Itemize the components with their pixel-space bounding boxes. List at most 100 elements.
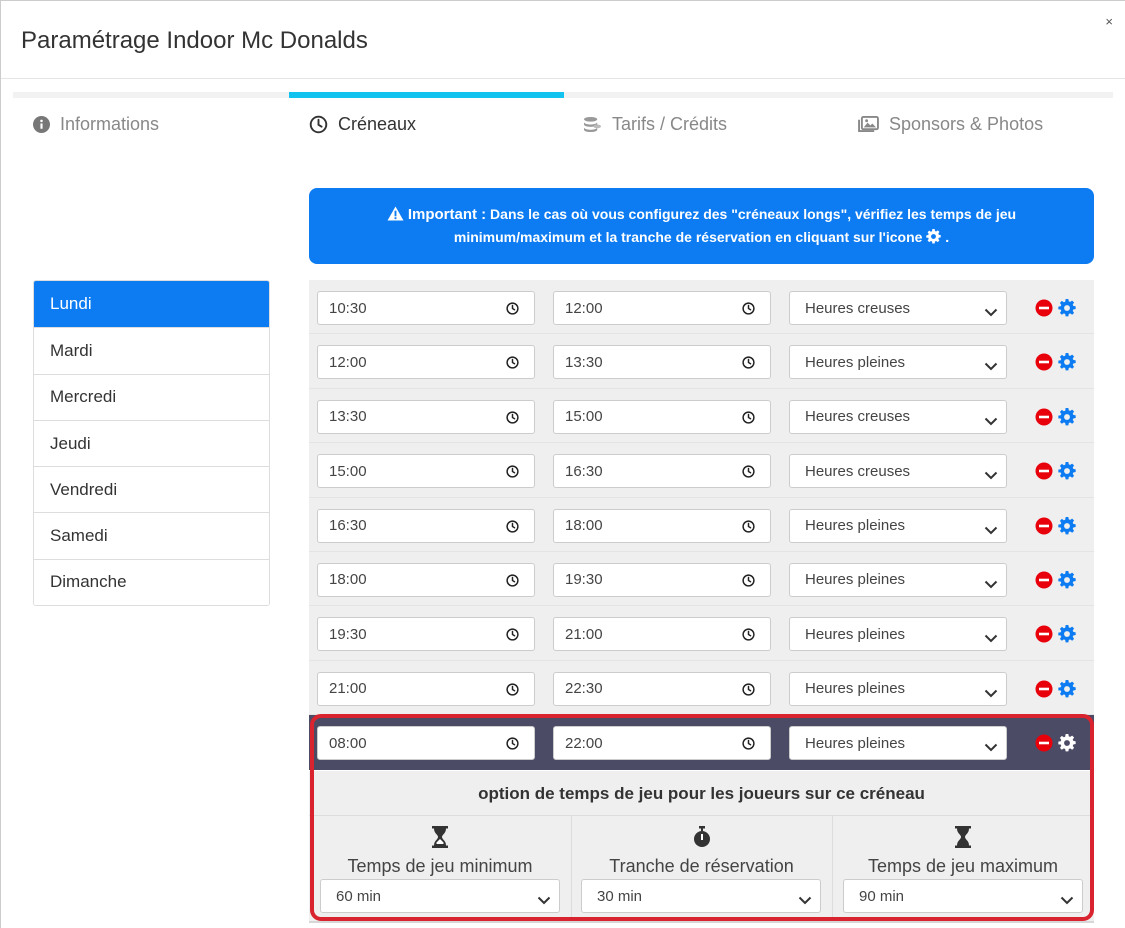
time-value: 15:00	[329, 462, 367, 480]
remove-slot-icon[interactable]	[1035, 571, 1053, 594]
clock-icon[interactable]	[742, 411, 755, 428]
booking-slice-select[interactable]: 30 min	[581, 879, 821, 913]
alert-line1: Dans le cas où vous configurez des "crén…	[486, 206, 1017, 222]
gear-icon[interactable]	[1058, 679, 1076, 703]
time-value: 13:30	[565, 353, 603, 371]
day-item-vendredi[interactable]: Vendredi	[34, 466, 269, 513]
clock-icon[interactable]	[506, 411, 519, 428]
tab-tarifs-credits[interactable]: Tarifs / Crédits	[563, 92, 838, 152]
start-time-input[interactable]: 13:30	[317, 399, 535, 434]
time-value: 15:00	[565, 408, 603, 426]
gear-icon[interactable]	[1058, 353, 1076, 376]
clock-icon[interactable]	[506, 465, 519, 482]
rate-type-select[interactable]: Heures creuses	[789, 291, 1007, 325]
end-time-input[interactable]: 21:00	[553, 617, 771, 652]
clock-icon[interactable]	[742, 574, 755, 591]
gear-icon[interactable]	[1058, 462, 1076, 485]
tab-creneaux[interactable]: Créneaux	[289, 92, 564, 152]
rate-type-select[interactable]: Heures pleines	[789, 617, 1007, 652]
clock-icon[interactable]	[742, 519, 755, 537]
gear-icon[interactable]	[1058, 625, 1076, 648]
start-time-input[interactable]: 18:00	[317, 562, 535, 597]
alert-line2-end: .	[941, 229, 950, 245]
clock-icon[interactable]	[742, 683, 755, 700]
remove-slot-icon[interactable]	[1035, 517, 1053, 540]
remove-slot-icon[interactable]	[1035, 462, 1053, 485]
remove-slot-icon[interactable]	[1035, 625, 1053, 648]
tab-sponsors-photos[interactable]: Sponsors & Photos	[838, 92, 1113, 152]
clock-icon[interactable]	[506, 737, 519, 754]
rate-type-select[interactable]: Heures pleines	[789, 562, 1007, 597]
clock-icon[interactable]	[742, 628, 755, 645]
remove-slot-icon[interactable]	[1035, 299, 1053, 322]
end-time-input[interactable]: 22:30	[553, 671, 771, 706]
time-value: 16:30	[329, 517, 367, 535]
clock-icon[interactable]	[506, 574, 519, 591]
close-button[interactable]: ×	[1105, 15, 1113, 28]
end-time-input[interactable]: 22:00	[553, 726, 771, 761]
rate-type-select[interactable]: Heures creuses	[789, 399, 1007, 434]
start-time-input[interactable]: 10:30	[317, 291, 535, 325]
day-item-jeudi[interactable]: Jeudi	[34, 419, 269, 467]
clock-icon[interactable]	[506, 628, 519, 645]
gear-icon[interactable]	[1058, 407, 1076, 431]
rate-type-select[interactable]: Heures creuses	[789, 454, 1007, 489]
gear-icon[interactable]	[1058, 516, 1076, 540]
time-value: 08:00	[329, 734, 367, 752]
slot-actions	[1035, 299, 1076, 322]
important-alert: Important : Dans le cas où vous configur…	[309, 188, 1094, 264]
remove-slot-icon[interactable]	[1035, 734, 1053, 757]
slot-list: 10:30 12:00 Heures creuses 12:00 13:30 Heures…	[309, 280, 1094, 770]
min-time-select[interactable]: 60 min	[320, 879, 560, 913]
remove-slot-icon[interactable]	[1035, 408, 1053, 431]
gear-icon	[926, 229, 942, 245]
select-value: Heures pleines	[805, 571, 906, 589]
clock-icon[interactable]	[506, 519, 519, 537]
gear-icon[interactable]	[1058, 570, 1076, 594]
rate-type-select[interactable]: Heures pleines	[789, 508, 1007, 543]
day-item-dimanche[interactable]: Dimanche	[34, 558, 269, 606]
end-time-input[interactable]: 13:30	[553, 345, 771, 380]
clock-icon[interactable]	[506, 683, 519, 700]
start-time-input[interactable]: 21:00	[317, 671, 535, 706]
gear-icon[interactable]	[1058, 734, 1076, 757]
end-time-input[interactable]: 16:30	[553, 454, 771, 489]
chevron-down-icon	[537, 892, 551, 909]
end-time-input[interactable]: 18:00	[553, 508, 771, 543]
clock-icon[interactable]	[506, 356, 519, 373]
slot-row: 16:30 18:00 Heures pleines	[309, 497, 1094, 552]
info-circle-icon	[33, 116, 50, 133]
clock-icon[interactable]	[742, 356, 755, 373]
slot-row: 21:00 22:30 Heures pleines	[309, 660, 1094, 716]
day-item-samedi[interactable]: Samedi	[34, 512, 269, 559]
select-value: Heures pleines	[805, 680, 906, 698]
max-time-select[interactable]: 90 min	[843, 879, 1083, 913]
slot-actions	[1035, 407, 1076, 431]
rate-type-select[interactable]: Heures pleines	[789, 671, 1007, 706]
gear-icon[interactable]	[1058, 299, 1076, 322]
tab-informations[interactable]: Informations	[13, 92, 288, 152]
clock-icon[interactable]	[742, 302, 755, 319]
end-time-input[interactable]: 15:00	[553, 399, 771, 434]
start-time-input[interactable]: 08:00	[317, 726, 535, 761]
start-time-input[interactable]: 19:30	[317, 617, 535, 652]
clock-icon[interactable]	[742, 465, 755, 482]
start-time-input[interactable]: 16:30	[317, 508, 535, 543]
rate-type-select[interactable]: Heures pleines	[789, 345, 1007, 380]
remove-slot-icon[interactable]	[1035, 680, 1053, 703]
end-time-input[interactable]: 12:00	[553, 291, 771, 325]
clock-icon[interactable]	[742, 737, 755, 754]
select-value: 60 min	[336, 887, 382, 905]
day-item-lundi[interactable]: Lundi	[34, 281, 269, 328]
option-label: Tranche de réservation	[609, 856, 794, 876]
rate-type-select[interactable]: Heures pleines	[789, 726, 1007, 761]
remove-slot-icon[interactable]	[1035, 353, 1053, 376]
start-time-input[interactable]: 12:00	[317, 345, 535, 380]
start-time-input[interactable]: 15:00	[317, 454, 535, 489]
day-item-mardi[interactable]: Mardi	[34, 327, 269, 374]
day-item-mercredi[interactable]: Mercredi	[34, 373, 269, 420]
clock-icon[interactable]	[506, 302, 519, 319]
end-time-input[interactable]: 19:30	[553, 562, 771, 597]
select-value: Heures pleines	[805, 353, 906, 371]
slot-row: 15:00 16:30 Heures creuses	[309, 443, 1094, 498]
